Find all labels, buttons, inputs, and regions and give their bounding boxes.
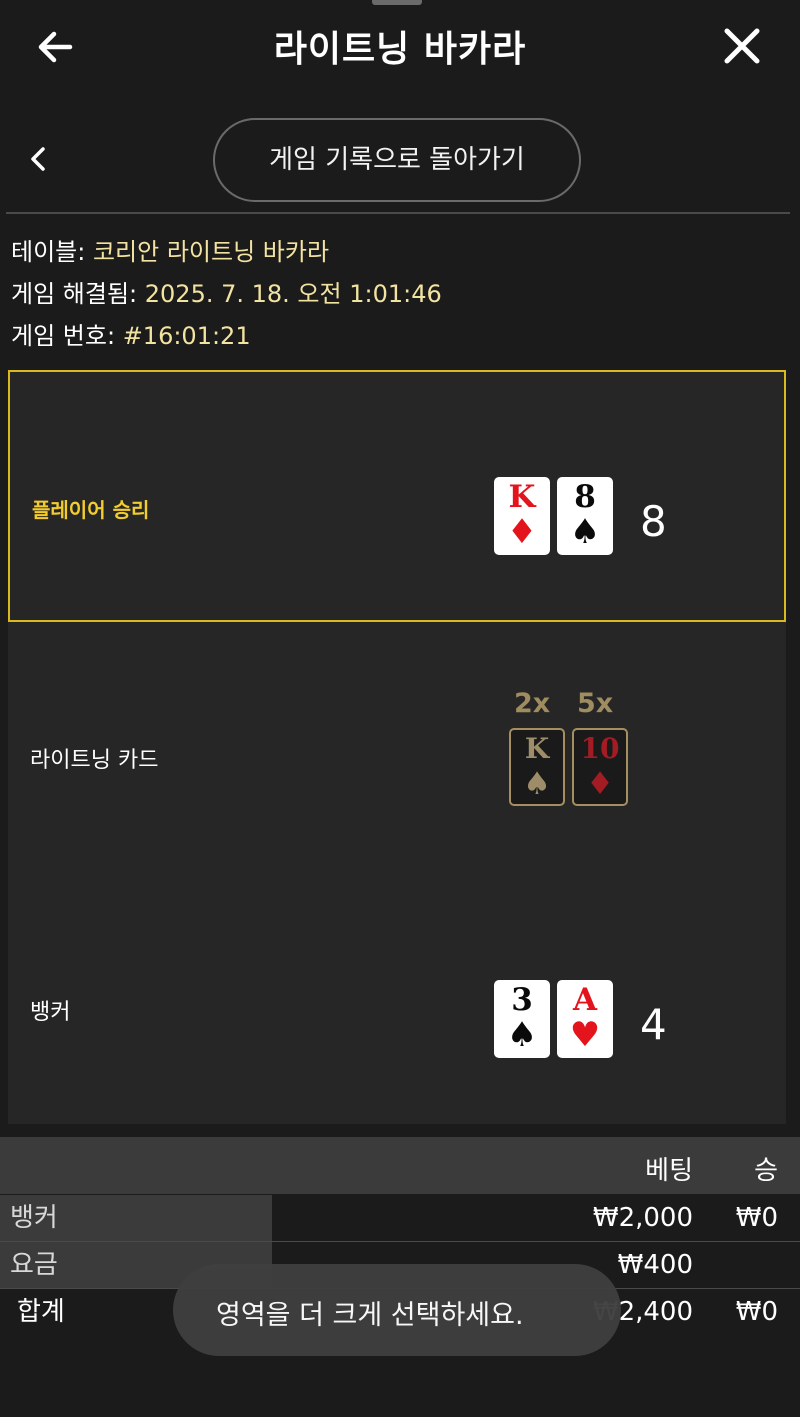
row-bet: ₩2,000 (592, 1203, 693, 1233)
resolved-label: 게임 해결됨: (11, 280, 138, 308)
game-number-value: #16:01:21 (122, 322, 251, 350)
page-title: 라이트닝 바카라 (273, 29, 527, 70)
lightning-card-2: 10 ♦ (572, 728, 628, 806)
resolved-info: 게임 해결됨: 2025. 7. 18. 오전 1:01:46 (11, 274, 442, 309)
game-number-label: 게임 번호: (11, 322, 116, 350)
lightning-multiplier-1: 2x (514, 688, 551, 719)
chevron-left-icon[interactable] (22, 142, 56, 176)
close-icon[interactable] (718, 22, 766, 70)
history-nav: 게임 기록으로 돌아가기 (0, 110, 800, 210)
table-row: 뱅커 ₩2,000 ₩0 (0, 1195, 800, 1242)
lightning-multiplier-2: 5x (577, 688, 614, 719)
divider (6, 212, 790, 214)
table-value: 코리안 라이트닝 바카라 (92, 238, 330, 266)
game-number-info: 게임 번호: #16:01:21 (11, 316, 251, 351)
card-rank: 10 (580, 732, 620, 765)
card-rank: 8 (574, 479, 596, 515)
lightning-label: 라이트닝 카드 (30, 748, 159, 773)
card-suit: ♠ (523, 766, 551, 802)
lightning-card-1: K ♠ (509, 728, 565, 806)
total-label: 합계 (17, 1297, 65, 1327)
card-suit: ♦ (506, 512, 538, 552)
table-info: 테이블: 코리안 라이트닝 바카라 (11, 232, 329, 267)
header: 라이트닝 바카라 (0, 0, 800, 95)
card-rank: K (524, 732, 550, 765)
player-score: 8 (640, 497, 667, 546)
back-to-history-button[interactable]: 게임 기록으로 돌아가기 (213, 118, 581, 202)
card-suit: ♦ (586, 766, 614, 802)
bets-table-header: 베팅 승 (0, 1137, 800, 1194)
player-card-1: K ♦ (494, 477, 550, 555)
banker-label: 뱅커 (30, 1000, 71, 1025)
banker-card-1: 3 ♠ (494, 980, 550, 1058)
banker-card-2: A ♥ (557, 980, 613, 1058)
banker-score: 4 (640, 1000, 667, 1049)
row-win: ₩0 (735, 1203, 778, 1233)
card-suit: ♠ (569, 512, 601, 552)
toast-text: 영역을 더 크게 선택하세요. (216, 1300, 524, 1331)
player-card-2: 8 ♠ (557, 477, 613, 555)
resolved-value: 2025. 7. 18. 오전 1:01:46 (144, 280, 442, 308)
card-suit: ♥ (569, 1015, 601, 1055)
lightning-panel: 라이트닝 카드 2x 5x K ♠ 10 ♦ (8, 622, 786, 872)
table-label: 테이블: (11, 238, 86, 266)
toast-message: 영역을 더 크게 선택하세요. (173, 1264, 621, 1356)
row-bet: ₩400 (617, 1250, 693, 1280)
banker-panel: 뱅커 3 ♠ A ♥ 4 (8, 872, 786, 1124)
card-rank: 3 (511, 982, 533, 1018)
player-result-label: 플레이어 승리 (32, 498, 150, 522)
card-rank: A (572, 982, 598, 1018)
row-label: 뱅커 (0, 1195, 272, 1241)
card-suit: ♠ (506, 1015, 538, 1055)
total-win: ₩0 (735, 1297, 778, 1327)
bet-column-header: 베팅 (645, 1156, 693, 1186)
player-panel: 플레이어 승리 K ♦ 8 ♠ 8 (8, 370, 786, 622)
win-column-header: 승 (754, 1156, 778, 1186)
card-rank: K (508, 479, 536, 515)
